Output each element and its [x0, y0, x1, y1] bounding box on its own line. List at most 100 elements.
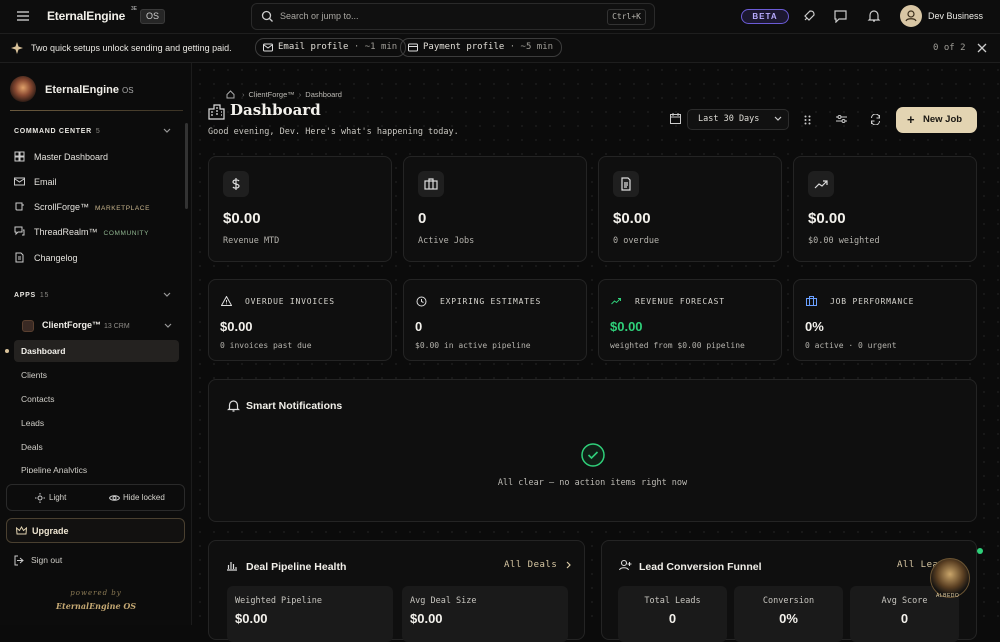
hide-locked-toggle[interactable]: Hide locked — [109, 493, 165, 502]
powered-brand: EternalEngine OS — [55, 601, 137, 611]
payment-profile-pill[interactable]: Payment profile · ~5 min — [400, 38, 563, 57]
sidebar-item-scrollforge[interactable]: ScrollForge™ MARKETPLACE — [14, 197, 182, 217]
alert-card-expiring-estimates[interactable]: EXPIRING ESTIMATES 0 $0.00 in active pip… — [403, 279, 587, 361]
alert-value: $0.00 — [610, 319, 643, 334]
kpi-card-invoices[interactable]: $0.00 0 overdue — [598, 156, 782, 262]
alert-title: OVERDUE INVOICES — [245, 297, 335, 306]
assistant-avatar[interactable] — [930, 558, 970, 598]
stat-label: Avg Deal Size — [410, 596, 477, 606]
app-clientforge[interactable]: ClientForge™ 13 CRM — [20, 317, 178, 335]
sidebar-item-changelog[interactable]: Changelog — [14, 248, 182, 268]
stat-value: $0.00 — [410, 611, 443, 626]
kpi-card-pipeline[interactable]: $0.00 $0.00 weighted — [793, 156, 977, 262]
kpi-icon — [808, 171, 834, 197]
avatar[interactable] — [900, 5, 922, 27]
stat-avg-deal-size: Avg Deal Size $0.00 — [402, 586, 568, 642]
upgrade-button[interactable]: Upgrade — [6, 518, 185, 543]
user-name[interactable]: Dev Business — [928, 11, 983, 21]
card-icon — [408, 43, 418, 52]
beta-badge: BETA — [741, 9, 789, 24]
kpi-card-jobs[interactable]: 0 Active Jobs — [403, 156, 587, 262]
bell-icon[interactable] — [867, 9, 881, 23]
bell-icon — [227, 400, 240, 412]
stat-weighted-pipeline: Weighted Pipeline $0.00 — [227, 586, 393, 642]
subnav-clients[interactable]: Clients — [14, 364, 179, 386]
sidebar-brand-os: OS — [122, 86, 134, 95]
sparkle-icon — [11, 42, 23, 54]
os-tag: OS — [140, 9, 166, 24]
alert-value: 0 — [415, 319, 423, 334]
setup-banner: Two quick setups unlock sending and gett… — [0, 34, 1000, 63]
kpi-label: Active Jobs — [418, 236, 475, 246]
alert-subtext: $0.00 in active pipeline — [415, 341, 531, 350]
chevron-down-icon[interactable] — [163, 128, 171, 134]
email-profile-pill[interactable]: Email profile · ~1 min — [255, 38, 407, 57]
all-deals-link[interactable]: All Deals — [504, 560, 572, 570]
breadcrumb-item[interactable]: ClientForge™ — [249, 90, 295, 99]
kpi-card-revenue[interactable]: $0.00 Revenue MTD — [208, 156, 392, 262]
user-plus-icon — [619, 559, 632, 571]
app-meta: 13 CRM — [104, 323, 130, 330]
grid-dots-icon[interactable] — [804, 115, 811, 125]
subnav-deals[interactable]: Deals — [14, 436, 179, 458]
chevron-down-icon — [774, 116, 782, 121]
signout-label: Sign out — [31, 555, 63, 565]
alert-subtext: weighted from $0.00 pipeline — [610, 341, 745, 350]
search-bar[interactable]: Search or jump to... Ctrl+K — [251, 3, 655, 30]
sidebar-item-threadrealm[interactable]: ThreadRealm™ COMMUNITY — [14, 222, 182, 242]
close-icon[interactable] — [977, 43, 987, 53]
sidebar-item-label: Changelog — [34, 253, 78, 263]
sidebar-item-label: ScrollForge™ — [34, 202, 90, 212]
search-icon — [261, 10, 273, 22]
alert-title: REVENUE FORECAST — [635, 297, 725, 306]
filter-icon[interactable] — [836, 114, 847, 124]
alert-card-revenue-forecast[interactable]: REVENUE FORECAST $0.00 weighted from $0.… — [598, 279, 782, 361]
brand-superscript: 3E — [131, 6, 137, 12]
subnav-contacts[interactable]: Contacts — [14, 388, 179, 410]
chat-icon[interactable] — [833, 9, 848, 23]
hide-locked-label: Hide locked — [123, 493, 165, 502]
light-toggle[interactable]: Light — [35, 493, 67, 503]
section-count: 5 — [95, 128, 101, 135]
alert-card-job-performance[interactable]: JOB PERFORMANCE 0% 0 active · 0 urgent — [793, 279, 977, 361]
calendar-icon[interactable] — [670, 113, 681, 124]
sidebar-item-label: Email — [34, 177, 57, 187]
breadcrumb-current: Dashboard — [305, 90, 342, 99]
sidebar-scrollbar[interactable] — [185, 123, 188, 209]
sidebar-item-master-dashboard[interactable]: Master Dashboard — [14, 147, 182, 167]
menu-icon[interactable] — [16, 10, 30, 22]
pill-label: Email profile — [278, 42, 349, 52]
date-range-select[interactable]: Last 30 Days — [687, 109, 789, 130]
refresh-icon[interactable] — [870, 114, 881, 125]
kpi-value: $0.00 — [808, 210, 846, 227]
subnav-leads[interactable]: Leads — [14, 412, 179, 434]
stat-conversion: Conversion 0% — [734, 586, 843, 642]
section-command-center[interactable]: COMMAND CENTER 5 — [14, 128, 100, 135]
new-job-button[interactable]: + New Job — [896, 107, 977, 133]
sidebar-item-email[interactable]: Email — [14, 172, 182, 192]
brand-logo[interactable]: EternalEngine 3E — [47, 6, 137, 23]
notifications-panel: Smart Notifications All clear — no actio… — [208, 379, 977, 522]
section-apps[interactable]: APPS 15 — [14, 292, 49, 299]
chevron-down-icon[interactable] — [163, 292, 171, 298]
panel-title: Lead Conversion Funnel — [639, 561, 762, 573]
app-logo[interactable] — [10, 76, 36, 102]
toggle-group: Light Hide locked — [6, 484, 185, 511]
stat-total-leads: Total Leads 0 — [618, 586, 727, 642]
home-icon[interactable] — [226, 90, 235, 99]
section-title: COMMAND CENTER — [14, 128, 92, 135]
alert-card-overdue-invoices[interactable]: OVERDUE INVOICES $0.00 0 invoices past d… — [208, 279, 392, 361]
rocket-icon[interactable] — [802, 9, 816, 23]
stat-value: 0 — [900, 611, 909, 626]
alert-title: JOB PERFORMANCE — [830, 297, 915, 306]
chevron-down-icon — [164, 323, 172, 328]
changelog-icon — [15, 252, 24, 263]
pill-label: Payment profile — [423, 42, 505, 52]
light-label: Light — [49, 493, 67, 502]
community-tag: COMMUNITY — [103, 230, 150, 237]
subnav-dashboard[interactable]: Dashboard — [14, 340, 179, 362]
subnav-pipeline-analytics[interactable]: Pipeline Analytics — [14, 459, 179, 473]
search-shortcut: Ctrl+K — [607, 9, 646, 25]
kpi-value: $0.00 — [613, 210, 651, 227]
user-icon — [905, 10, 917, 22]
